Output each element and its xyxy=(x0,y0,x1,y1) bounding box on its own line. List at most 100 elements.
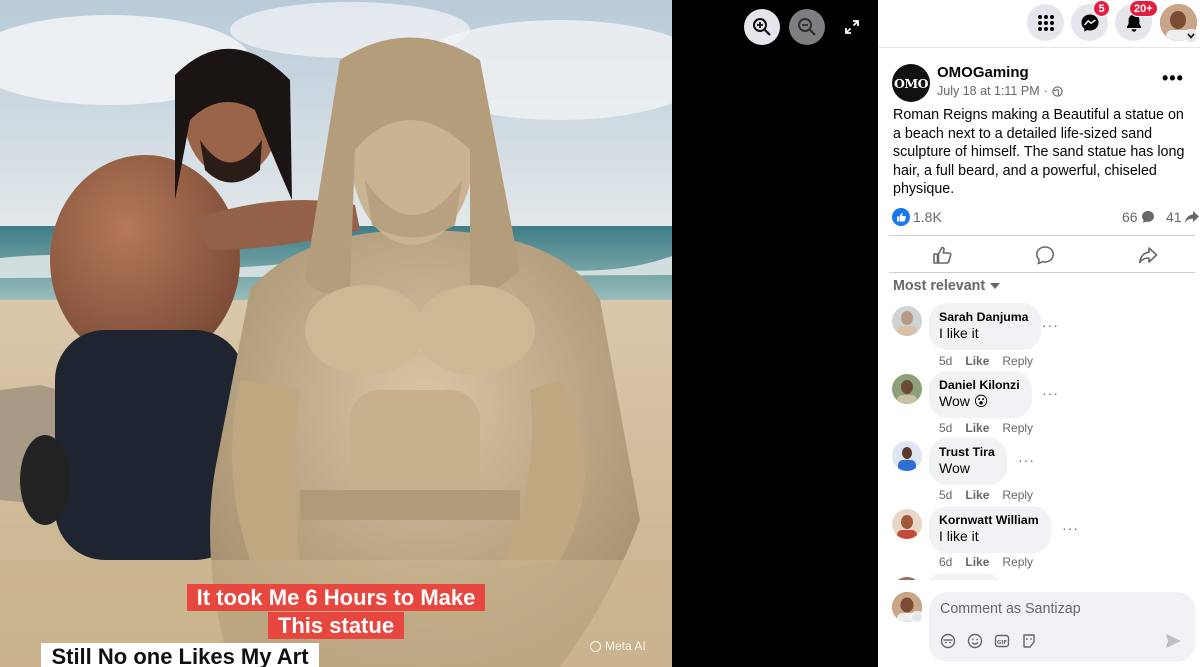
comment-sort-label: Most relevant xyxy=(893,278,986,294)
comment-options-button[interactable]: ··· xyxy=(1062,520,1079,536)
comment-sort-dropdown[interactable]: Most relevant xyxy=(893,278,1001,294)
comments-list: Sarah Danjuma I like it ··· 5d Like Repl… xyxy=(878,300,1200,580)
comment-button[interactable] xyxy=(1032,242,1058,268)
zoom-out-button[interactable] xyxy=(789,9,825,45)
comment-options-button[interactable]: ··· xyxy=(1018,452,1035,468)
comment-age[interactable]: 5d xyxy=(939,421,952,435)
messenger-badge: 5 xyxy=(1093,0,1110,17)
comment-reply-link[interactable]: Reply xyxy=(1002,354,1033,368)
comment-count[interactable]: 66 xyxy=(1122,209,1155,225)
gif-icon: GIF xyxy=(994,634,1009,647)
comment-meta: 5d Like Reply xyxy=(939,354,1033,368)
comment-like-link[interactable]: Like xyxy=(965,555,989,569)
thumbs-up-small-icon xyxy=(897,213,906,222)
post-meta: July 18 at 1:11 PM · xyxy=(937,84,1063,98)
comment-meta: 6d Like Reply xyxy=(939,555,1033,569)
comment-text: Wow 😮 xyxy=(939,393,989,409)
chevron-down-icon xyxy=(1187,33,1195,39)
comment-age[interactable]: 5d xyxy=(939,488,952,502)
comment-bubble xyxy=(929,574,999,580)
share-count[interactable]: 41 xyxy=(1166,209,1200,225)
caption-line-3-text: Still No one Likes My Art xyxy=(41,643,319,667)
expand-icon xyxy=(845,20,859,34)
meta-ai-label: Meta AI xyxy=(605,639,646,653)
comment-options-button[interactable]: ··· xyxy=(1042,317,1059,333)
caption-line-1: It took Me 6 Hours to Make xyxy=(0,584,672,611)
commenter-avatar[interactable] xyxy=(892,509,922,539)
zoom-in-button[interactable] xyxy=(744,9,780,45)
commenter-name[interactable]: Daniel Kilonzi xyxy=(939,378,1020,393)
post-text: Roman Reigns making a Beautiful a statue… xyxy=(893,107,1185,198)
comment-input-placeholder: Comment as Santizap xyxy=(940,601,1081,617)
sticker-button[interactable] xyxy=(1020,632,1037,649)
comment-like-link[interactable]: Like xyxy=(965,421,989,435)
like-count[interactable]: 1.8K xyxy=(913,209,942,225)
post-panel: 5 20+ OMO OMOGaming July 18 at 1:11 PM ·… xyxy=(878,0,1200,667)
commenter-avatar[interactable] xyxy=(892,374,922,404)
fullscreen-button[interactable] xyxy=(834,9,870,45)
comment-text: I like it xyxy=(939,528,979,544)
zoom-in-icon xyxy=(753,18,771,36)
caption-line-2: This statue xyxy=(0,612,672,639)
comment-reply-link[interactable]: Reply xyxy=(1002,555,1033,569)
meta-ai-icon xyxy=(590,640,601,652)
comment-options-button[interactable]: ··· xyxy=(1042,385,1059,401)
comment-meta: 5d Like Reply xyxy=(939,488,1033,502)
share-icon xyxy=(1139,247,1158,264)
menu-button[interactable] xyxy=(1027,4,1064,41)
comment-composer: Comment as Santizap GIF xyxy=(892,592,1197,662)
commenter-avatar-image xyxy=(892,306,922,336)
messenger-button[interactable]: 5 xyxy=(1071,0,1110,41)
like-button[interactable] xyxy=(929,242,955,268)
post-date[interactable]: July 18 at 1:11 PM xyxy=(937,84,1040,98)
share-count-value: 41 xyxy=(1166,209,1182,225)
share-button[interactable] xyxy=(1135,242,1161,268)
comment-reply-link[interactable]: Reply xyxy=(1002,421,1033,435)
post-author[interactable]: OMOGaming xyxy=(937,64,1029,81)
photo-scene xyxy=(0,0,672,667)
menu-grid-icon xyxy=(1037,14,1054,31)
svg-text:GIF: GIF xyxy=(996,639,1007,645)
commenter-avatar-image xyxy=(892,374,922,404)
avatar-sticker-icon xyxy=(940,633,955,648)
comment-like-link[interactable]: Like xyxy=(965,354,989,368)
avatar-sticker-button[interactable] xyxy=(939,632,956,649)
commenter-name[interactable]: Trust Tira xyxy=(939,445,995,460)
comment-text: Wow xyxy=(939,460,970,476)
comment-like-link[interactable]: Like xyxy=(965,488,989,502)
gif-button[interactable]: GIF xyxy=(993,632,1010,649)
comment-bubble: Kornwatt William I like it xyxy=(929,506,1051,553)
share-arrow-small-icon xyxy=(1184,211,1199,223)
zoom-out-icon xyxy=(798,18,816,36)
account-menu-chevron[interactable] xyxy=(1184,29,1198,43)
comment-text: I like it xyxy=(939,325,979,341)
send-comment-button[interactable] xyxy=(1165,633,1182,654)
comment-input[interactable]: Comment as Santizap GIF xyxy=(929,592,1195,662)
comment-age[interactable]: 6d xyxy=(939,555,952,569)
my-avatar-chevron[interactable] xyxy=(911,611,923,623)
page-avatar[interactable]: OMO xyxy=(892,64,930,102)
page-avatar-logo-text: OMO xyxy=(893,75,929,91)
emoji-button[interactable] xyxy=(966,632,983,649)
commenter-name[interactable]: Sarah Danjuma xyxy=(939,310,1029,325)
post-actions xyxy=(889,235,1195,273)
comment-count-value: 66 xyxy=(1122,209,1138,225)
commenter-avatar[interactable] xyxy=(892,306,922,336)
comment-age[interactable]: 5d xyxy=(939,354,952,368)
commenter-avatar-image xyxy=(892,509,922,539)
commenter-avatar[interactable] xyxy=(892,441,922,471)
commenter-avatar-image xyxy=(892,441,922,471)
photo-viewer: It took Me 6 Hours to Make This statue S… xyxy=(0,0,878,667)
thumbs-up-icon xyxy=(933,246,952,264)
commenter-name[interactable]: Kornwatt William xyxy=(939,513,1039,528)
post-photo[interactable]: It took Me 6 Hours to Make This statue S… xyxy=(0,0,672,667)
like-reaction-icon[interactable] xyxy=(892,208,910,226)
post-options-button[interactable]: ••• xyxy=(1162,68,1184,89)
caption-line-1-text: It took Me 6 Hours to Make xyxy=(186,584,486,611)
caption-line-3: Still No one Likes My Art xyxy=(0,643,360,667)
globe-icon xyxy=(1052,85,1063,97)
notifications-button[interactable]: 20+ xyxy=(1115,0,1158,41)
commenter-avatar[interactable] xyxy=(892,577,922,580)
comment-reply-link[interactable]: Reply xyxy=(1002,488,1033,502)
send-icon xyxy=(1166,634,1181,648)
